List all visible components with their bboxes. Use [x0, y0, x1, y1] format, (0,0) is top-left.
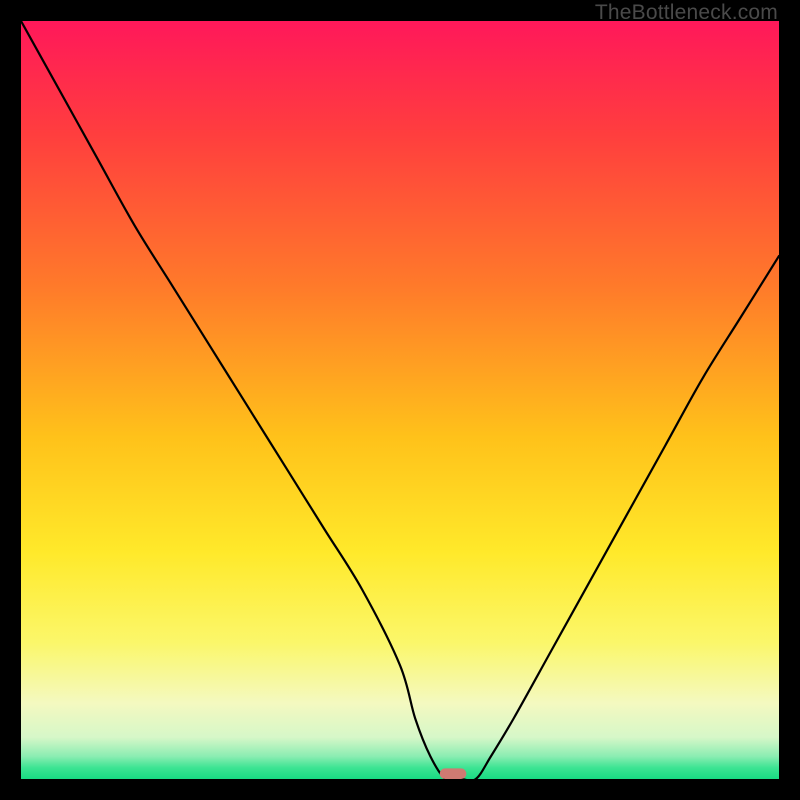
bottleneck-chart [21, 21, 779, 779]
chart-frame: TheBottleneck.com [0, 0, 800, 800]
optimum-marker [440, 768, 467, 779]
